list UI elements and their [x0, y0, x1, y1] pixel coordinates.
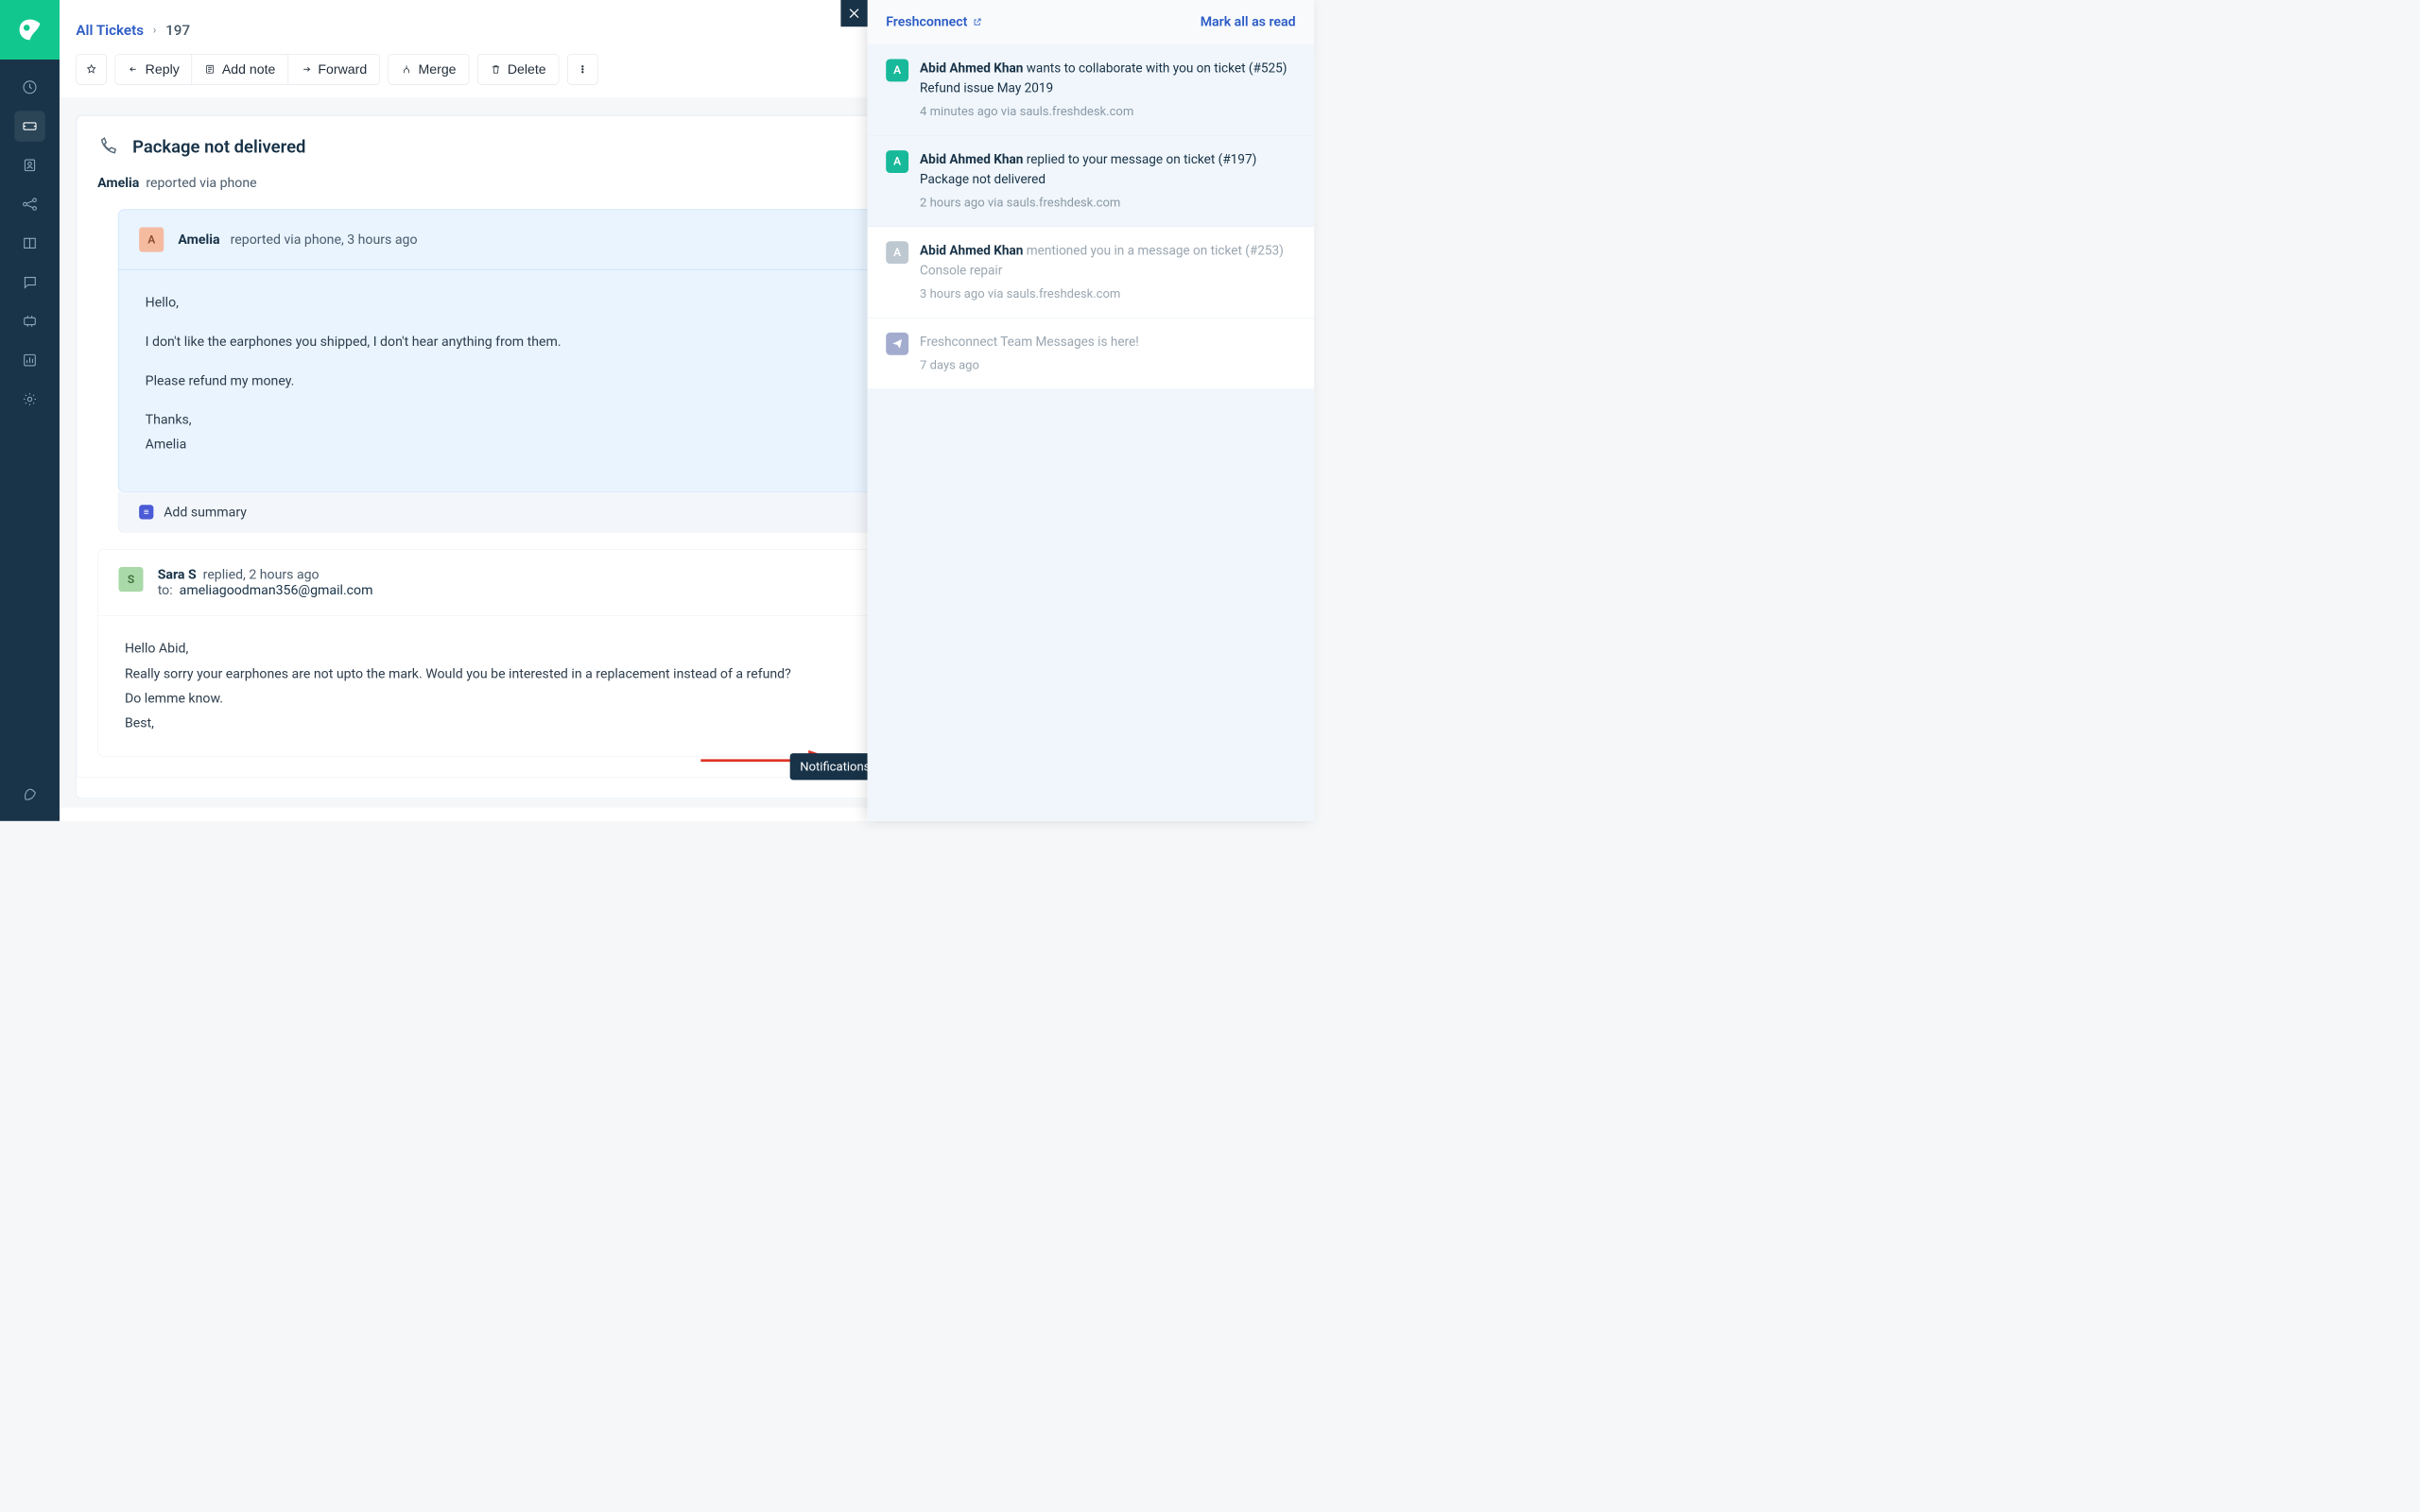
breadcrumb-ticket-id: 197 — [165, 22, 190, 39]
add-summary-button[interactable]: ≡ Add summary — [118, 492, 979, 533]
close-icon — [847, 7, 861, 21]
drawer-brand-link[interactable]: Freshconnect — [886, 14, 981, 29]
nav-reports[interactable] — [14, 345, 45, 376]
nav-automation[interactable] — [14, 306, 45, 337]
ticket-title: Package not delivered — [132, 136, 305, 157]
add-note-button[interactable]: Add note — [192, 54, 288, 85]
avatar: S — [118, 567, 143, 592]
sidebar — [0, 0, 60, 821]
notification-item[interactable]: AAbid Ahmed Khan wants to collaborate wi… — [868, 44, 1314, 135]
agent-reply: S Sara S replied, 2 hours ago to: amelia… — [97, 549, 1000, 756]
breadcrumb-all-tickets[interactable]: All Tickets — [76, 22, 144, 39]
reply-button[interactable]: Reply — [115, 54, 193, 85]
avatar: A — [886, 59, 908, 81]
external-link-icon — [973, 17, 982, 26]
nav-chat[interactable] — [14, 266, 45, 298]
mark-all-read-button[interactable]: Mark all as read — [1201, 14, 1296, 29]
drawer-close-button[interactable] — [840, 0, 867, 26]
notification-item[interactable]: AAbid Ahmed Khan mentioned you in a mess… — [868, 227, 1314, 318]
chevron-right-icon: › — [153, 24, 157, 37]
more-actions-button[interactable] — [567, 54, 598, 85]
avatar — [886, 333, 908, 355]
notification-item[interactable]: AAbid Ahmed Khan replied to your message… — [868, 136, 1314, 227]
avatar: A — [139, 228, 164, 252]
notification-item[interactable]: Freshconnect Team Messages is here!7 day… — [868, 318, 1314, 389]
nav-dashboard[interactable] — [14, 72, 45, 103]
notification-list: AAbid Ahmed Khan wants to collaborate wi… — [868, 44, 1314, 821]
phone-icon — [97, 136, 118, 157]
delete-button[interactable]: Delete — [477, 54, 559, 85]
customer-message: A Amelia reported via phone, 3 hours ago… — [118, 210, 979, 492]
avatar: A — [886, 241, 908, 264]
avatar: A — [886, 150, 908, 173]
nav-social[interactable] — [14, 189, 45, 220]
star-button[interactable] — [76, 54, 107, 85]
brand-logo[interactable] — [0, 0, 60, 60]
notifications-drawer: Freshconnect Mark all as read AAbid Ahme… — [868, 0, 1314, 821]
nav-settings[interactable] — [14, 384, 45, 415]
nav-solutions[interactable] — [14, 228, 45, 259]
merge-button[interactable]: Merge — [388, 54, 469, 85]
summary-icon: ≡ — [139, 506, 153, 520]
reported-line: Amelia reported via phone — [97, 176, 1000, 191]
forward-button[interactable]: Forward — [287, 54, 379, 85]
nav-contacts[interactable] — [14, 150, 45, 181]
nav-fresh-leaf[interactable] — [14, 780, 45, 811]
nav-tickets[interactable] — [14, 111, 45, 142]
